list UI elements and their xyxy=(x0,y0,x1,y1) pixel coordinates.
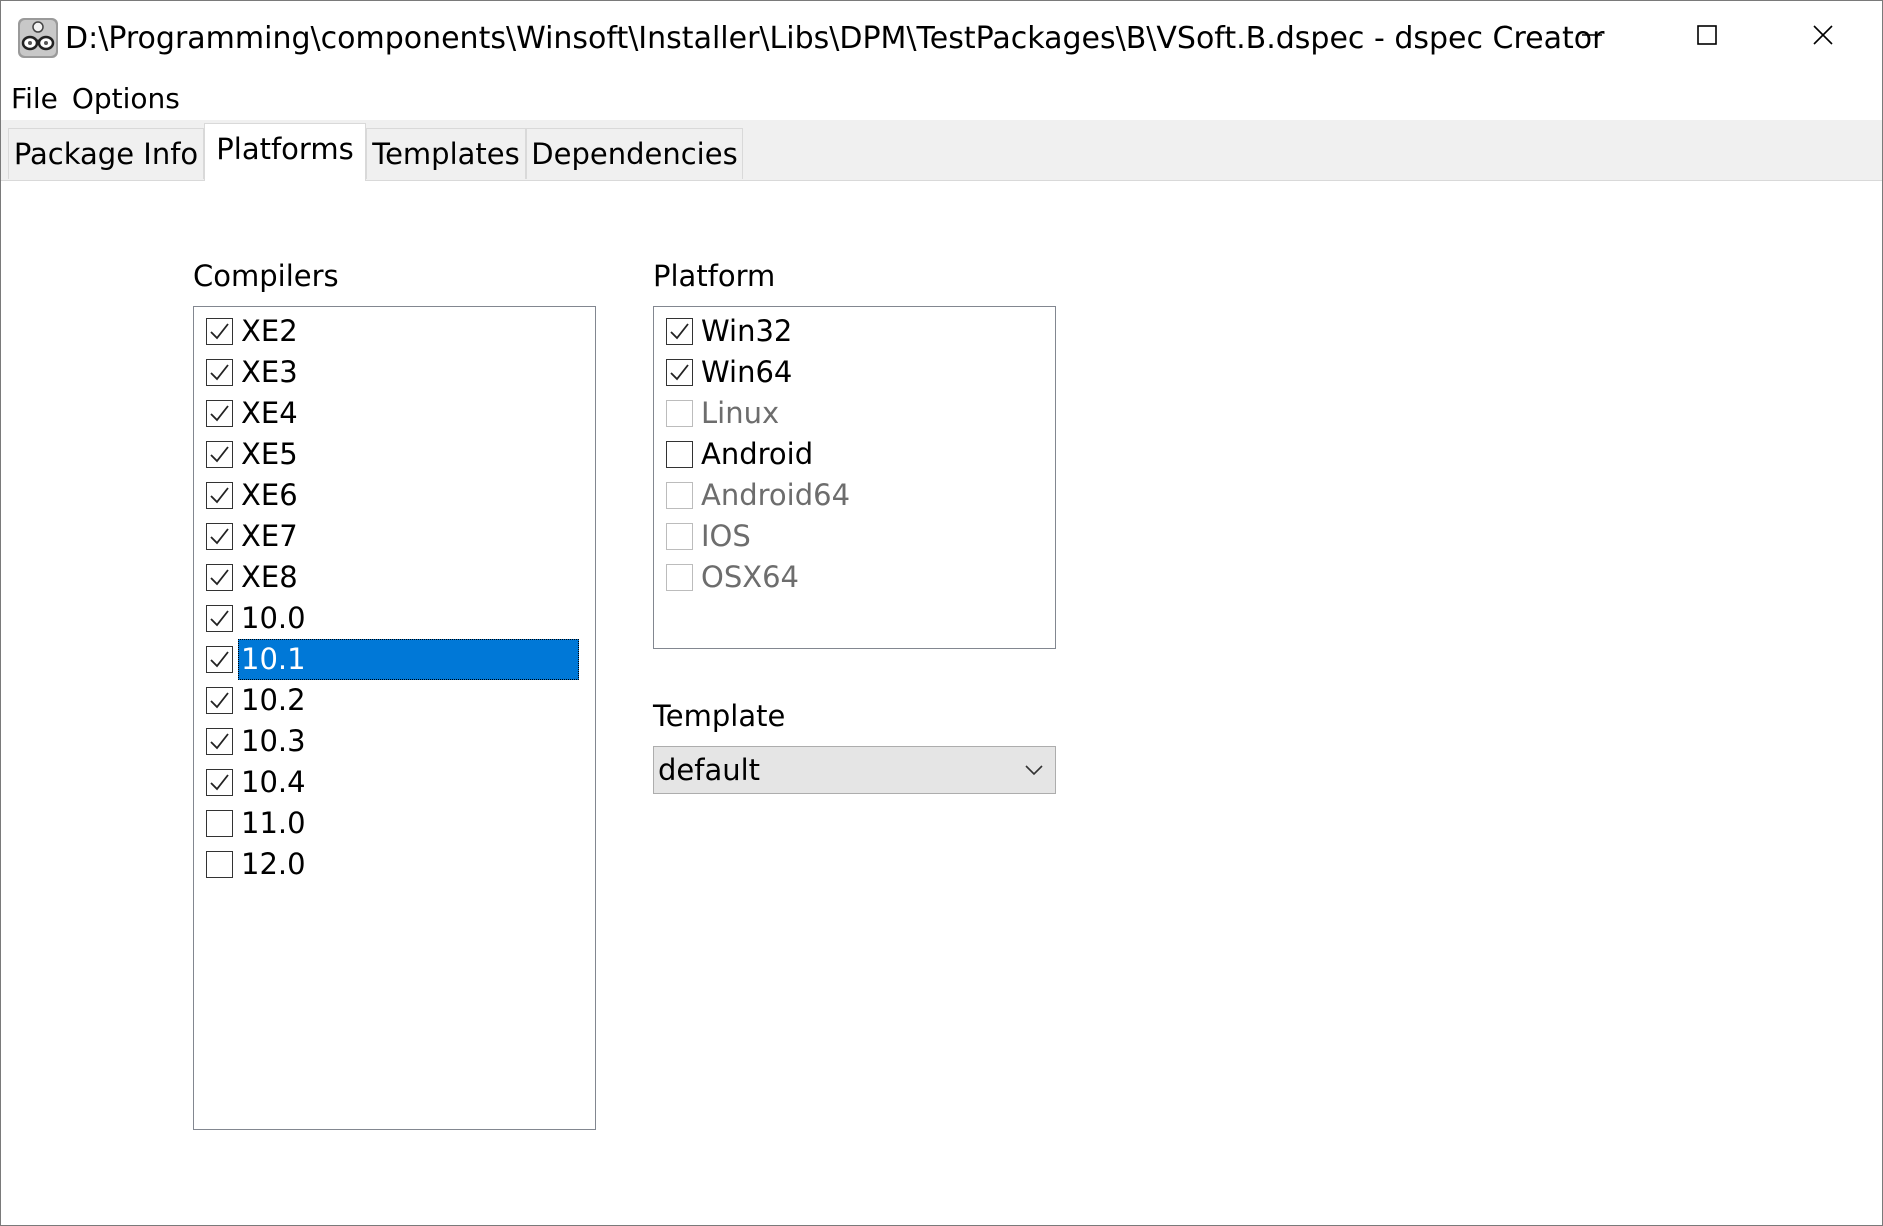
platform-checkbox[interactable] xyxy=(666,482,693,509)
compiler-item[interactable]: XE8 xyxy=(194,557,595,598)
compiler-item-label: XE6 xyxy=(241,478,298,512)
compiler-item-label: 10.1 xyxy=(238,639,579,680)
compiler-item[interactable]: 10.0 xyxy=(194,598,595,639)
compiler-item[interactable]: 12.0 xyxy=(194,844,595,885)
platform-checkbox[interactable] xyxy=(666,318,693,345)
compiler-item-label: XE8 xyxy=(241,560,298,594)
compiler-item-label: XE3 xyxy=(241,355,298,389)
platform-item[interactable]: IOS xyxy=(654,516,1055,557)
platform-checkbox[interactable] xyxy=(666,441,693,468)
glasses-app-icon[interactable] xyxy=(17,17,59,59)
compiler-item[interactable]: XE7 xyxy=(194,516,595,557)
maximize-icon xyxy=(1696,24,1718,50)
compiler-checkbox[interactable] xyxy=(206,482,233,509)
tab-package-info[interactable]: Package Info xyxy=(8,128,204,179)
platform-item-label: IOS xyxy=(701,519,751,553)
platform-item-label: OSX64 xyxy=(701,560,800,594)
compiler-item[interactable]: 10.4 xyxy=(194,762,595,803)
template-label: Template xyxy=(653,699,786,733)
compiler-item[interactable]: XE5 xyxy=(194,434,595,475)
template-select[interactable]: default xyxy=(653,746,1056,794)
compilers-list[interactable]: XE2 XE3 XE4 XE5 XE6 XE7 XE8 10.0 10.1 10.2 10.3 10.… xyxy=(193,306,596,1130)
compiler-checkbox[interactable] xyxy=(206,523,233,550)
compiler-item[interactable]: 10.3 xyxy=(194,721,595,762)
platform-item[interactable]: Linux xyxy=(654,393,1055,434)
menu-bar: File Options xyxy=(1,79,1882,119)
platform-list[interactable]: Win32 Win64 Linux Android Android64 IOS OSX64 xyxy=(653,306,1056,649)
close-button[interactable] xyxy=(1765,1,1881,73)
platform-item[interactable]: Win64 xyxy=(654,352,1055,393)
compiler-item-label: 10.0 xyxy=(241,601,306,635)
tab-templates[interactable]: Templates xyxy=(366,128,526,179)
compilers-label: Compilers xyxy=(193,259,339,293)
chevron-down-icon[interactable] xyxy=(1025,761,1043,779)
platform-item[interactable]: OSX64 xyxy=(654,557,1055,598)
maximize-button[interactable] xyxy=(1649,1,1765,73)
platform-item-label: Android64 xyxy=(701,478,851,512)
compiler-item-label: XE5 xyxy=(241,437,298,471)
compiler-item-label: 12.0 xyxy=(241,847,306,881)
compiler-item[interactable]: XE3 xyxy=(194,352,595,393)
platform-item-label: Win64 xyxy=(701,355,793,389)
compiler-checkbox[interactable] xyxy=(206,400,233,427)
platform-label: Platform xyxy=(653,259,776,293)
compiler-checkbox[interactable] xyxy=(206,564,233,591)
platform-item-label: Android xyxy=(701,437,814,471)
tab-platforms[interactable]: Platforms xyxy=(204,123,366,181)
platforms-page: Compilers XE2 XE3 XE4 XE5 XE6 XE7 XE8 10.0 10.1 1… xyxy=(1,181,1882,1225)
platform-item-label: Win32 xyxy=(701,314,793,348)
compiler-checkbox[interactable] xyxy=(206,318,233,345)
compiler-item[interactable]: 10.1 xyxy=(194,639,595,680)
minimize-button[interactable] xyxy=(1534,1,1650,73)
title-bar[interactable]: D:\Programming\components\Winsoft\Instal… xyxy=(1,1,1882,73)
compiler-checkbox[interactable] xyxy=(206,851,233,878)
menu-file[interactable]: File xyxy=(9,79,60,119)
close-icon xyxy=(1812,24,1834,50)
compiler-item-label: XE2 xyxy=(241,314,298,348)
menu-options[interactable]: Options xyxy=(70,79,182,119)
platform-checkbox[interactable] xyxy=(666,400,693,427)
compiler-item[interactable]: 10.2 xyxy=(194,680,595,721)
window-title: D:\Programming\components\Winsoft\Instal… xyxy=(65,21,1605,56)
template-value: default xyxy=(658,753,761,787)
compiler-item-label: 11.0 xyxy=(241,806,306,840)
compiler-checkbox[interactable] xyxy=(206,359,233,386)
platform-checkbox[interactable] xyxy=(666,359,693,386)
app-window: D:\Programming\components\Winsoft\Instal… xyxy=(0,0,1883,1226)
platform-checkbox[interactable] xyxy=(666,523,693,550)
platform-checkbox[interactable] xyxy=(666,564,693,591)
compiler-item[interactable]: XE6 xyxy=(194,475,595,516)
compiler-checkbox[interactable] xyxy=(206,441,233,468)
compiler-item-label: XE4 xyxy=(241,396,298,430)
compiler-checkbox[interactable] xyxy=(206,810,233,837)
compiler-item-label: XE7 xyxy=(241,519,298,553)
platform-item-label: Linux xyxy=(701,396,780,430)
tab-strip: Package Info Platforms Templates Depende… xyxy=(1,120,1882,181)
platform-item[interactable]: Android64 xyxy=(654,475,1055,516)
compiler-checkbox[interactable] xyxy=(206,646,233,673)
minimize-icon xyxy=(1581,24,1603,50)
compiler-checkbox[interactable] xyxy=(206,687,233,714)
compiler-checkbox[interactable] xyxy=(206,728,233,755)
compiler-item[interactable]: XE4 xyxy=(194,393,595,434)
platform-item[interactable]: Win32 xyxy=(654,311,1055,352)
compiler-item[interactable]: 11.0 xyxy=(194,803,595,844)
compiler-item[interactable]: XE2 xyxy=(194,311,595,352)
compiler-item-label: 10.2 xyxy=(241,683,306,717)
compiler-checkbox[interactable] xyxy=(206,605,233,632)
compiler-item-label: 10.3 xyxy=(241,724,306,758)
platform-item[interactable]: Android xyxy=(654,434,1055,475)
compiler-item-label: 10.4 xyxy=(241,765,306,799)
compiler-checkbox[interactable] xyxy=(206,769,233,796)
tab-dependencies[interactable]: Dependencies xyxy=(526,128,743,179)
